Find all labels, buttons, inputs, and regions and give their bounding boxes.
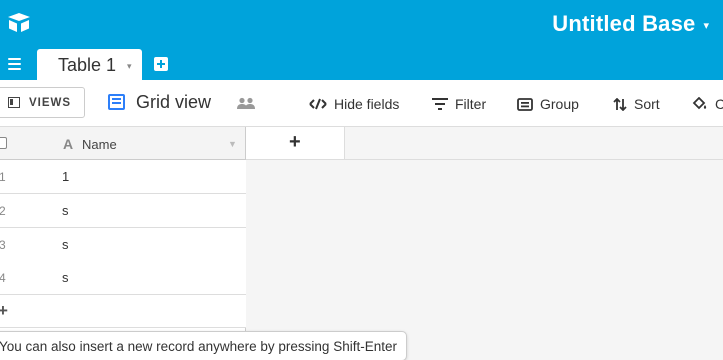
name-cell[interactable]: s	[62, 237, 69, 252]
select-all-checkbox[interactable]	[0, 137, 7, 149]
tab-label: Table 1	[58, 54, 117, 75]
base-title-caret-icon: ▾	[703, 20, 709, 32]
tab-table-1[interactable]: Table 1 ▾	[37, 49, 142, 81]
grid-header-row: A Name ▼	[0, 127, 246, 160]
sort-label: Sort	[634, 96, 660, 112]
add-field-button[interactable]: +	[246, 127, 345, 160]
add-record-row[interactable]: +	[0, 295, 246, 328]
row-number: 4	[0, 271, 6, 285]
hint-tooltip-text: You can also insert a new record anywher…	[0, 338, 397, 354]
table-row[interactable]: 1 1	[0, 160, 246, 194]
sort-icon	[613, 97, 627, 111]
hide-fields-icon	[309, 98, 327, 110]
app-header: Untitled Base ▾ Table 1 ▾	[0, 0, 723, 81]
views-button-label: VIEWS	[29, 96, 72, 109]
row-number: 3	[0, 238, 6, 252]
header-empty-area	[345, 127, 723, 160]
add-record-plus-icon: +	[0, 301, 8, 320]
views-button[interactable]: VIEWS	[0, 87, 85, 118]
table-row[interactable]: 2 s	[0, 194, 246, 228]
base-title[interactable]: Untitled Base ▾	[552, 11, 709, 37]
add-table-icon[interactable]	[154, 57, 168, 71]
airtable-logo-icon[interactable]	[6, 12, 32, 34]
color-button[interactable]: C	[692, 96, 723, 112]
table-row[interactable]: 3 s	[0, 228, 246, 262]
sidebar-toggle-icon	[8, 97, 20, 108]
group-button[interactable]: Group	[517, 96, 579, 112]
name-cell[interactable]: s	[62, 203, 69, 218]
paint-bucket-icon	[692, 97, 707, 110]
group-icon	[517, 97, 533, 111]
table-row[interactable]: 4 s	[0, 261, 246, 295]
name-cell[interactable]: s	[62, 270, 69, 285]
hide-fields-button[interactable]: Hide fields	[309, 96, 399, 112]
hamburger-icon[interactable]	[8, 58, 21, 70]
grid-view-icon	[108, 94, 125, 110]
sort-button[interactable]: Sort	[613, 96, 660, 112]
add-field-plus-icon: +	[289, 131, 301, 153]
filter-label: Filter	[455, 96, 487, 112]
text-field-type-icon: A	[63, 136, 74, 152]
color-label: C	[715, 96, 723, 112]
tab-caret-icon[interactable]: ▾	[127, 61, 132, 72]
row-number: 1	[0, 170, 6, 184]
filter-button[interactable]: Filter	[432, 96, 486, 112]
column-menu-caret-icon[interactable]: ▼	[228, 139, 237, 149]
hint-tooltip: You can also insert a new record anywher…	[0, 331, 407, 360]
base-title-text: Untitled Base	[552, 11, 696, 36]
current-view-name[interactable]: Grid view	[136, 92, 211, 113]
collaborators-icon[interactable]	[237, 97, 255, 109]
column-header-name[interactable]: Name	[82, 137, 117, 152]
hide-fields-label: Hide fields	[334, 96, 400, 112]
group-label: Group	[540, 96, 579, 112]
filter-icon	[432, 98, 448, 110]
row-number: 2	[0, 204, 6, 218]
name-cell[interactable]: 1	[62, 169, 69, 184]
